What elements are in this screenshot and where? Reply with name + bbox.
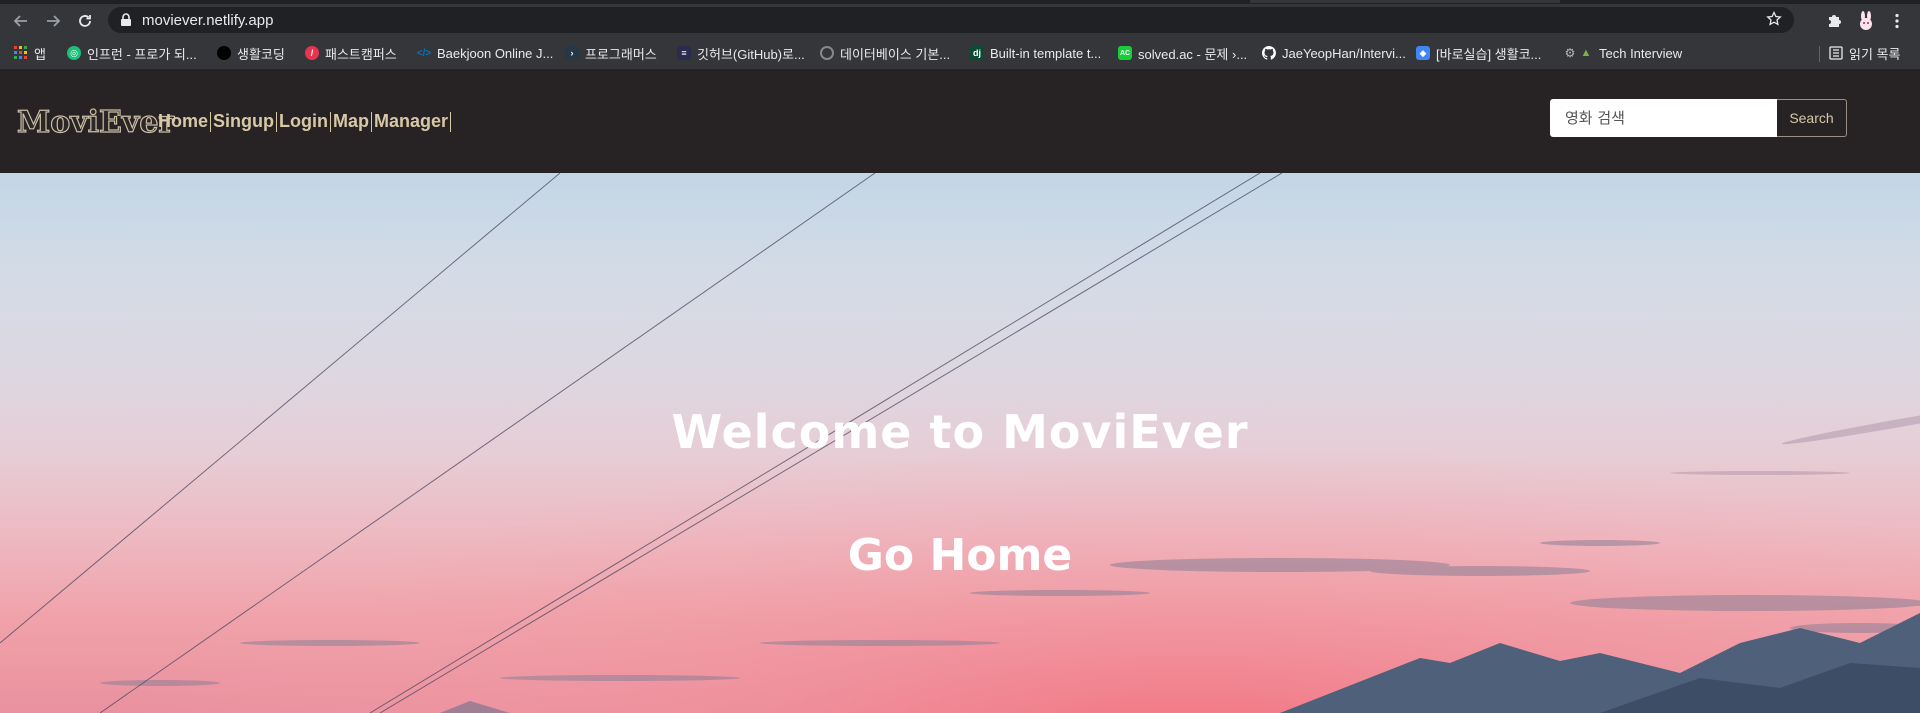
forward-button[interactable] (38, 4, 68, 37)
bookmark-fastcampus[interactable]: / 패스트캠퍼스 (305, 44, 397, 62)
github-icon (1262, 46, 1276, 60)
site-navbar: MoviEver Home Singup Login Map Manager S… (0, 69, 1920, 173)
menu-divider (450, 111, 452, 132)
extensions-button[interactable] (1819, 4, 1849, 37)
reload-button[interactable] (70, 4, 100, 37)
reading-list-label: 읽기 목록 (1849, 46, 1901, 62)
back-arrow-icon (13, 14, 27, 27)
back-button[interactable] (6, 4, 36, 37)
opentutorials-icon (217, 46, 231, 60)
programmers-icon: › (565, 46, 579, 60)
address-bar[interactable]: moviever.netlify.app (108, 7, 1794, 33)
bookmark-tech-interview[interactable]: ⚙ ▲ Tech Interview (1563, 44, 1682, 62)
django-icon: dj (970, 46, 984, 60)
tab-strip (1250, 0, 1560, 3)
bookmark-github-book[interactable]: ≡ 깃허브(GitHub)로... (677, 44, 805, 62)
apps-grid-icon (14, 46, 28, 60)
bookmark-opentutorials[interactable]: 생활코딩 (217, 44, 285, 62)
nav-link-manager[interactable]: Manager (374, 111, 448, 132)
book-icon: ≡ (677, 46, 691, 60)
menu-divider (371, 111, 372, 132)
hero-banner: Welcome to MoviEver Go Home (0, 173, 1920, 713)
browser-toolbar: moviever.netlify.app (0, 4, 1920, 37)
search-button[interactable]: Search (1777, 99, 1847, 137)
nav-link-map[interactable]: Map (333, 111, 369, 132)
fastcampus-icon: / (305, 46, 319, 60)
bookmarks-bar: 앱 ◎ 인프런 - 프로가 되... 생활코딩 / 패스트캠퍼스 </> Bae… (0, 37, 1920, 69)
landscape-icon: ▲ (1580, 47, 1592, 59)
reload-icon (79, 14, 91, 27)
bookmark-label: Built-in template t... (990, 45, 1102, 61)
bookmark-label: solved.ac - 문제 ›... (1138, 46, 1248, 62)
more-vertical-icon (1895, 13, 1899, 28)
bookmark-django[interactable]: dj Built-in template t... (970, 44, 1101, 62)
nav-link-signup[interactable]: Singup (213, 111, 274, 132)
nav-link-login[interactable]: Login (279, 111, 328, 132)
bookmark-label: 깃허브(GitHub)로... (697, 46, 805, 62)
solvedac-icon: AC (1118, 46, 1132, 60)
reading-list-icon (1829, 46, 1843, 60)
baekjoon-icon: </> (416, 47, 432, 59)
bookmark-label: [바로실습] 생활코... (1436, 46, 1542, 62)
menu-divider (330, 111, 331, 132)
forward-arrow-icon (47, 14, 61, 27)
bookmark-label: 인프런 - 프로가 되... (87, 46, 197, 62)
main-menu: Home Singup Login Map Manager (158, 111, 453, 132)
site-logo[interactable]: MoviEver (16, 104, 174, 140)
bookmark-solvedac[interactable]: AC solved.ac - 문제 ›... (1118, 44, 1247, 62)
inflearn-icon: ◎ (67, 46, 81, 60)
bookmark-baekjoon[interactable]: </> Baekjoon Online J... (416, 44, 554, 62)
nav-link-home[interactable]: Home (158, 111, 208, 132)
search-form: Search (1550, 99, 1847, 137)
menu-divider (276, 111, 278, 132)
bookmark-label: JaeYeopHan/Intervi... (1282, 45, 1406, 61)
bookmark-github[interactable]: JaeYeopHan/Intervi... (1262, 44, 1406, 62)
profile-button[interactable] (1851, 4, 1881, 37)
bookmark-label: 패스트캠퍼스 (325, 46, 397, 62)
bookmark-database[interactable]: 데이터베이스 기본... (820, 44, 950, 62)
menu-divider (210, 111, 212, 132)
web-page: MoviEver Home Singup Login Map Manager S… (0, 69, 1920, 713)
bookmark-label: 데이터베이스 기본... (840, 46, 951, 62)
bookmark-label: Baekjoon Online J... (437, 45, 554, 61)
url-text: moviever.netlify.app (142, 12, 274, 29)
reading-list-button[interactable]: 읽기 목록 (1829, 44, 1900, 62)
bookmark-label: 프로그래머스 (585, 46, 657, 62)
bookmark-barosilseup[interactable]: ◆ [바로실습] 생활코... (1416, 44, 1541, 62)
hero-title: Welcome to MoviEver (671, 405, 1249, 459)
bookmark-label: 앱 (34, 46, 46, 62)
rabbit-avatar-icon (1860, 10, 1872, 30)
bookmark-label: 생활코딩 (237, 46, 285, 62)
bookmarks-separator (1819, 46, 1820, 62)
tech-icon: ⚙ (1564, 46, 1576, 60)
lock-icon (121, 13, 131, 26)
bookmark-label: Tech Interview (1599, 45, 1683, 61)
shield-icon: ◆ (1416, 46, 1430, 60)
puzzle-icon (1829, 14, 1841, 27)
bookmark-apps[interactable]: 앱 (14, 44, 46, 62)
bookmark-inflearn[interactable]: ◎ 인프런 - 프로가 되... (67, 44, 197, 62)
bookmark-star-icon[interactable] (1766, 11, 1782, 27)
bookmark-programmers[interactable]: › 프로그래머스 (565, 44, 657, 62)
go-home-link[interactable]: Go Home (0, 530, 1920, 581)
chrome-menu-button[interactable] (1882, 4, 1912, 37)
circle-icon (820, 46, 834, 60)
movie-search-input[interactable] (1550, 99, 1777, 137)
